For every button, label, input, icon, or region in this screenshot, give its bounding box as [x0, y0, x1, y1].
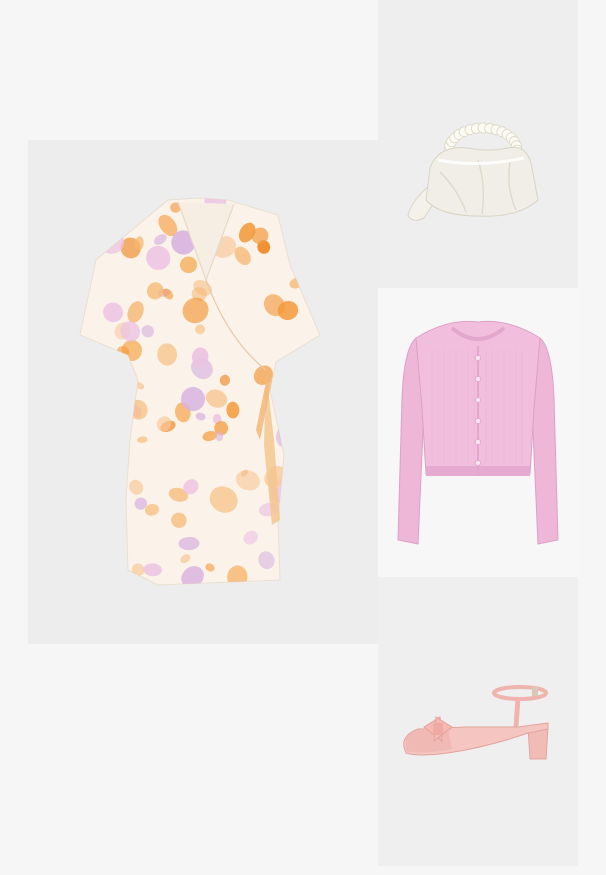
dress-product-image[interactable] — [28, 140, 378, 644]
cardigan-product-image[interactable] — [378, 288, 578, 577]
floral-wrap-dress-illustration — [79, 197, 321, 586]
pearl-handle-bag-illustration — [407, 122, 539, 221]
shoe-product-image[interactable] — [378, 577, 578, 866]
pink-bow-heel-illustration — [403, 685, 549, 760]
pink-cardigan-illustration — [397, 320, 559, 545]
bag-product-image[interactable] — [378, 0, 578, 288]
